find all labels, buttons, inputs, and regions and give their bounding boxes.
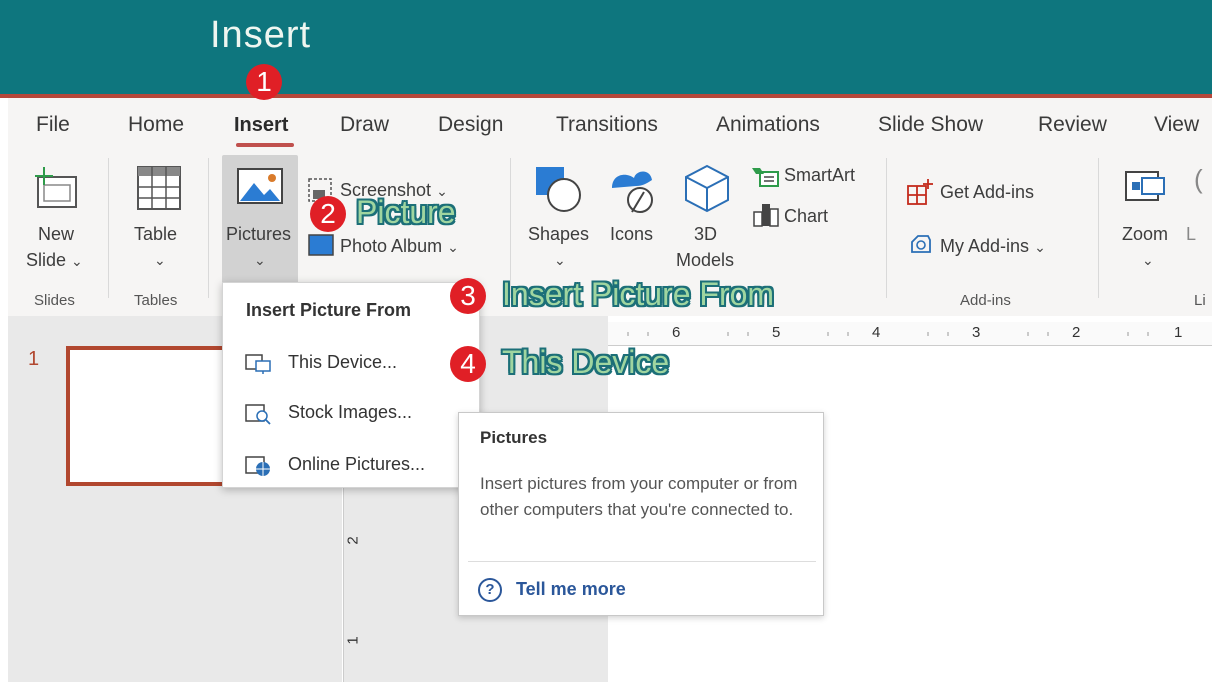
tooltip-divider — [468, 561, 816, 562]
group-label-tables: Tables — [134, 292, 178, 309]
step-1-badge: 1 — [246, 64, 282, 100]
link-label-partial[interactable]: L — [1186, 224, 1196, 245]
zoom-label: Zoom — [1122, 224, 1169, 244]
menu-item-label: This Device... — [288, 352, 398, 372]
step-3-label: Insert Picture From — [502, 276, 775, 312]
tab-view[interactable]: View — [1154, 113, 1199, 137]
new-slide-icon — [35, 167, 77, 208]
help-icon[interactable]: ? — [478, 578, 502, 602]
ruler-number: 5 — [772, 324, 781, 341]
step-4-badge: 4 — [450, 346, 486, 382]
new-slide-label: New — [38, 224, 75, 244]
3d-label: 3D — [694, 224, 718, 244]
step-3-badge: 3 — [450, 278, 486, 314]
step-2-label: Picture — [356, 194, 456, 230]
get-addins-label: Get Add-ins — [940, 182, 1035, 202]
chevron-down-icon: ⌄ — [1142, 252, 1154, 268]
device-picture-icon — [245, 354, 271, 374]
cube-icon — [685, 164, 729, 213]
active-tab-indicator — [236, 143, 294, 147]
ruler-number: 6 — [672, 324, 681, 341]
tab-draw[interactable]: Draw — [340, 113, 389, 137]
smartart-icon — [752, 168, 779, 187]
icons-icon — [612, 171, 653, 213]
tab-insert[interactable]: Insert — [234, 114, 288, 137]
tab-home[interactable]: Home — [128, 113, 184, 137]
group-divider — [108, 158, 109, 298]
tab-review[interactable]: Review — [1038, 113, 1107, 137]
window-title: Insert — [210, 14, 312, 56]
chevron-down-icon: ⌄ — [1034, 239, 1046, 255]
group-divider — [886, 158, 887, 298]
menu-item-label: Stock Images... — [288, 402, 413, 422]
chevron-down-icon: ⌄ — [447, 239, 459, 255]
table-icon — [137, 166, 181, 210]
my-addins-label: My Add-ins ⌄ — [940, 236, 1046, 257]
ruler-number: 1 — [344, 636, 362, 645]
title-bar — [0, 0, 1212, 98]
tab-file[interactable]: File — [36, 113, 70, 137]
photo-album-icon — [308, 234, 334, 256]
chevron-down-icon: ⌄ — [254, 252, 266, 268]
tab-animations[interactable]: Animations — [716, 113, 820, 137]
link-icon[interactable]: ( — [1194, 164, 1203, 195]
slide-number: 1 — [28, 348, 40, 370]
tooltip-body: Insert pictures from your computer or fr… — [480, 474, 798, 519]
menu-item-stock-images[interactable]: Stock Images... — [240, 396, 470, 430]
step-2-badge: 2 — [310, 196, 346, 232]
menu-item-online-pictures[interactable]: Online Pictures... — [240, 448, 470, 482]
chevron-down-icon: ⌄ — [154, 252, 166, 268]
tell-me-more-link[interactable]: Tell me more — [516, 579, 626, 600]
photo-album-label: Photo Album ⌄ — [340, 236, 459, 257]
ruler-number: 3 — [972, 324, 981, 341]
chart-label: Chart — [784, 206, 829, 226]
tooltip-title: Pictures — [480, 428, 548, 447]
group-label-slides: Slides — [34, 292, 75, 309]
tab-transitions[interactable]: Transitions — [556, 113, 658, 137]
tab-slide-show[interactable]: Slide Show — [878, 113, 983, 137]
chevron-down-icon: ⌄ — [554, 252, 566, 268]
ruler-ticks — [627, 332, 1149, 336]
chart-icon — [753, 204, 779, 227]
icons-label: Icons — [610, 224, 654, 244]
online-pictures-icon — [245, 456, 270, 476]
group-label-links-partial: Li — [1194, 292, 1206, 309]
dropdown-title: Insert Picture From — [246, 300, 412, 320]
ruler-number: 2 — [344, 536, 362, 545]
get-addins-icon — [907, 179, 933, 205]
step-4-label: This Device — [502, 344, 670, 380]
group-divider — [1098, 158, 1099, 298]
stock-images-icon — [245, 404, 271, 425]
shapes-icon — [536, 167, 581, 212]
menu-item-this-device[interactable]: This Device... — [240, 346, 470, 380]
horizontal-ruler — [608, 322, 1212, 346]
ruler-number: 2 — [1072, 324, 1081, 341]
new-slide-label-word: Slide — [26, 250, 67, 270]
menu-item-label: Online Pictures... — [288, 454, 426, 474]
table-label: Table — [134, 224, 178, 244]
powerpoint-window: Insert File Home Insert Draw Design Tran… — [0, 0, 1212, 682]
picture-icon — [237, 168, 283, 204]
ruler-number: 4 — [872, 324, 881, 341]
group-divider — [208, 158, 209, 298]
pictures-label: Pictures — [226, 224, 292, 244]
chevron-down-icon: ⌄ — [71, 253, 83, 269]
zoom-icon — [1125, 171, 1165, 201]
my-addins-icon — [911, 235, 931, 253]
new-slide-label-line2: Slide ⌄ — [26, 250, 83, 271]
group-label-addins: Add-ins — [960, 292, 1011, 309]
smartart-label: SmartArt — [784, 165, 856, 185]
my-addins-text: My Add-ins — [940, 236, 1030, 256]
tab-design[interactable]: Design — [438, 113, 503, 137]
ruler-number: 1 — [1174, 324, 1183, 341]
photo-album-text: Photo Album — [340, 236, 443, 256]
3d-label-line2: Models — [676, 250, 735, 270]
shapes-label: Shapes — [528, 224, 590, 244]
